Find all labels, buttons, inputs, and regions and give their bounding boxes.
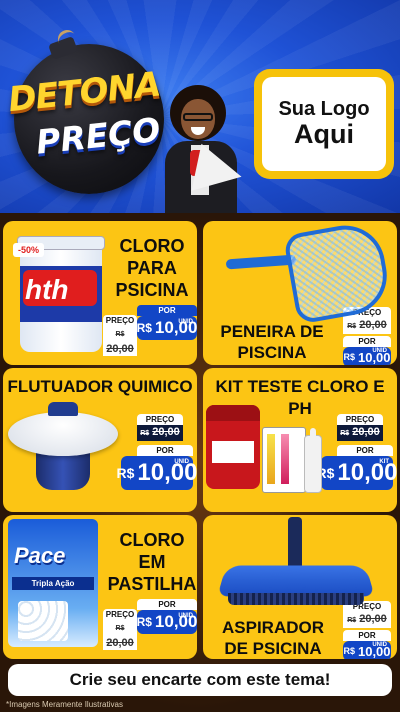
- logo-placeholder[interactable]: Sua Logo Aqui: [254, 69, 394, 179]
- pack-subtitle-text: Tripla Ação: [12, 577, 94, 590]
- price-tag: PREÇO R$ 20,00 POR R$ 10,00 UNID: [117, 414, 197, 490]
- logo-placeholder-line1: Sua Logo: [278, 98, 370, 121]
- price-tag: PREÇO R$ 20,00 POR R$ 10,00 UNID: [103, 305, 197, 356]
- pack-brand-text: Pace: [14, 543, 66, 568]
- disclaimer-text: *Imagens Meramente Ilustrativas: [6, 700, 123, 709]
- product-title: CLORO PARA PSICINA: [115, 236, 189, 300]
- create-flyer-cta-button[interactable]: Crie seu encarte com este tema!: [8, 664, 392, 696]
- megaphone-icon: [191, 143, 247, 201]
- test-kit-icon: [206, 405, 326, 497]
- price-tag: PREÇO R$ 20,00 POR R$ 10,00 KIT: [317, 414, 397, 490]
- chlorine-tablets-pack-icon: Pace Tripla Ação: [8, 519, 98, 647]
- product-title: PENEIRA DE PISCINA: [220, 322, 324, 362]
- price-tag: PREÇO R$ 20,00 POR R$ 10,00 UNID: [103, 599, 197, 650]
- product-card-cloro-para-psicina[interactable]: hth -50% CLORO PARA PSICINA PREÇO R$ 20,…: [3, 221, 197, 365]
- bucket-brand-text: hth: [25, 274, 69, 305]
- product-title: CLORO EM PASTILHA: [107, 530, 197, 594]
- pool-skimmer-net-icon: [225, 219, 394, 325]
- discount-badge: -50%: [13, 243, 45, 257]
- product-title: ASPIRADOR DE PSICINA: [221, 618, 324, 658]
- logo-placeholder-line2: Aqui: [294, 119, 354, 150]
- product-title: FLUTUADOR QUIMICO: [7, 377, 193, 396]
- pool-vacuum-head-icon: [217, 517, 375, 613]
- header-banner: DETONA PREÇO Sua Logo Aqui: [0, 0, 400, 213]
- chemical-floater-icon: [8, 402, 118, 494]
